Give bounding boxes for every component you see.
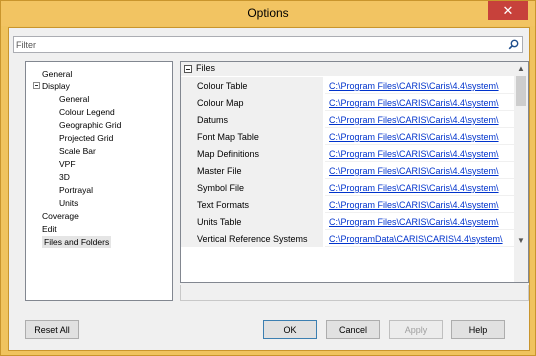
property-value[interactable]: C:\Program Files\CARIS\Caris\4.4\system\ — [325, 94, 514, 111]
property-value[interactable]: C:\ProgramData\CARIS\CARIS\4.4\system\ — [325, 230, 514, 247]
tree-item-files-and-folders[interactable]: Files and Folders — [42, 236, 112, 248]
ok-button[interactable]: OK — [263, 320, 317, 339]
property-row[interactable]: Text Formats C:\Program Files\CARIS\Cari… — [181, 196, 514, 213]
window-title: Options — [247, 6, 289, 20]
scroll-thumb[interactable] — [516, 76, 526, 106]
property-name: Units Table — [181, 213, 323, 230]
tree-item-projected-grid[interactable]: Projected Grid — [59, 132, 113, 144]
property-row[interactable]: Colour Map C:\Program Files\CARIS\Caris\… — [181, 94, 514, 111]
tree-item-coverage[interactable]: Coverage — [42, 210, 79, 222]
path-link[interactable]: C:\Program Files\CARIS\Caris\4.4\system\ — [329, 217, 499, 227]
property-name: Colour Table — [181, 77, 323, 94]
property-name: Master File — [181, 162, 323, 179]
tree-item-display[interactable]: Display — [42, 80, 70, 92]
close-button[interactable]: ✕ — [488, 1, 528, 20]
filter-input[interactable] — [16, 38, 496, 51]
property-grid: Files Colour Table C:\Program Files\CARI… — [180, 61, 529, 283]
property-name: Symbol File — [181, 179, 323, 196]
collapse-toggle-files[interactable] — [184, 65, 192, 73]
property-name: Map Definitions — [181, 145, 323, 162]
property-name: Colour Map — [181, 94, 323, 111]
property-value[interactable]: C:\Program Files\CARIS\Caris\4.4\system\ — [325, 111, 514, 128]
category-tree: General Display General Colour Legend Ge… — [25, 61, 173, 301]
property-name-label: Map Definitions — [197, 149, 260, 159]
property-row[interactable]: Map Definitions C:\Program Files\CARIS\C… — [181, 145, 514, 162]
property-name-label: Vertical Reference Systems — [197, 234, 308, 244]
property-name: Font Map Table — [181, 128, 323, 145]
property-value[interactable]: C:\Program Files\CARIS\Caris\4.4\system\ — [325, 213, 514, 230]
vertical-scrollbar[interactable]: ▲ ▼ — [514, 62, 528, 282]
property-name-label: Units Table — [197, 217, 242, 227]
property-value[interactable]: C:\Program Files\CARIS\Caris\4.4\system\ — [325, 128, 514, 145]
path-link[interactable]: C:\Program Files\CARIS\Caris\4.4\system\ — [329, 81, 499, 91]
help-button[interactable]: Help — [451, 320, 505, 339]
path-link[interactable]: C:\Program Files\CARIS\Caris\4.4\system\ — [329, 132, 499, 142]
property-name-label: Font Map Table — [197, 132, 259, 142]
property-row[interactable]: Symbol File C:\Program Files\CARIS\Caris… — [181, 179, 514, 196]
property-value[interactable]: C:\Program Files\CARIS\Caris\4.4\system\ — [325, 179, 514, 196]
property-value[interactable]: C:\Program Files\CARIS\Caris\4.4\system\ — [325, 145, 514, 162]
tree-item-geographic-grid[interactable]: Geographic Grid — [59, 119, 121, 131]
apply-button[interactable]: Apply — [389, 320, 443, 339]
tree-item-display-general[interactable]: General — [59, 93, 89, 105]
tree-item-units[interactable]: Units — [59, 197, 78, 209]
property-name-label: Colour Table — [197, 81, 248, 91]
path-link[interactable]: C:\Program Files\CARIS\Caris\4.4\system\ — [329, 183, 499, 193]
files-category-header[interactable]: Files — [181, 62, 514, 76]
property-value[interactable]: C:\Program Files\CARIS\Caris\4.4\system\ — [325, 162, 514, 179]
property-name-label: Symbol File — [197, 183, 245, 193]
path-link[interactable]: C:\Program Files\CARIS\Caris\4.4\system\ — [329, 166, 499, 176]
options-dialog: Options ✕ General Display General Colour… — [0, 0, 536, 356]
property-name-label: Datums — [197, 115, 229, 125]
tree-item-3d[interactable]: 3D — [59, 171, 70, 183]
description-panel — [180, 285, 529, 301]
tree-item-colour-legend[interactable]: Colour Legend — [59, 106, 115, 118]
property-row[interactable]: Font Map Table C:\Program Files\CARIS\Ca… — [181, 128, 514, 145]
dialog-body: General Display General Colour Legend Ge… — [8, 27, 530, 351]
property-value[interactable]: C:\Program Files\CARIS\Caris\4.4\system\ — [325, 196, 514, 213]
property-name: Datums — [181, 111, 323, 128]
path-link[interactable]: C:\Program Files\CARIS\Caris\4.4\system\ — [329, 115, 499, 125]
property-row[interactable]: Datums C:\Program Files\CARIS\Caris\4.4\… — [181, 111, 514, 128]
search-icon[interactable] — [508, 39, 519, 50]
tree-item-vpf[interactable]: VPF — [59, 158, 76, 170]
path-link[interactable]: C:\ProgramData\CARIS\CARIS\4.4\system\ — [329, 234, 503, 244]
collapse-toggle-display[interactable] — [33, 82, 40, 89]
property-name-label: Colour Map — [197, 98, 244, 108]
tree-item-edit[interactable]: Edit — [42, 223, 57, 235]
tree-item-portrayal[interactable]: Portrayal — [59, 184, 93, 196]
property-row[interactable]: Colour Table C:\Program Files\CARIS\Cari… — [181, 77, 514, 94]
property-name: Vertical Reference Systems — [181, 230, 323, 247]
tree-item-general[interactable]: General — [42, 68, 72, 80]
path-link[interactable]: C:\Program Files\CARIS\Caris\4.4\system\ — [329, 149, 499, 159]
scroll-down-arrow-icon[interactable]: ▼ — [514, 234, 528, 247]
scroll-up-arrow-icon[interactable]: ▲ — [514, 62, 528, 75]
property-row[interactable]: Units Table C:\Program Files\CARIS\Caris… — [181, 213, 514, 230]
path-link[interactable]: C:\Program Files\CARIS\Caris\4.4\system\ — [329, 98, 499, 108]
files-category-label: Files — [196, 63, 216, 73]
property-name-label: Master File — [197, 166, 242, 176]
title-bar: Options ✕ — [1, 1, 535, 26]
property-value[interactable]: C:\Program Files\CARIS\Caris\4.4\system\ — [325, 77, 514, 94]
reset-all-button[interactable]: Reset All — [25, 320, 79, 339]
tree-item-scale-bar[interactable]: Scale Bar — [59, 145, 96, 157]
filter-box — [13, 36, 523, 53]
property-name: Text Formats — [181, 196, 323, 213]
property-name-label: Text Formats — [197, 200, 250, 210]
path-link[interactable]: C:\Program Files\CARIS\Caris\4.4\system\ — [329, 200, 499, 210]
property-row[interactable]: Master File C:\Program Files\CARIS\Caris… — [181, 162, 514, 179]
property-row[interactable]: Vertical Reference Systems C:\ProgramDat… — [181, 230, 514, 247]
cancel-button[interactable]: Cancel — [326, 320, 380, 339]
